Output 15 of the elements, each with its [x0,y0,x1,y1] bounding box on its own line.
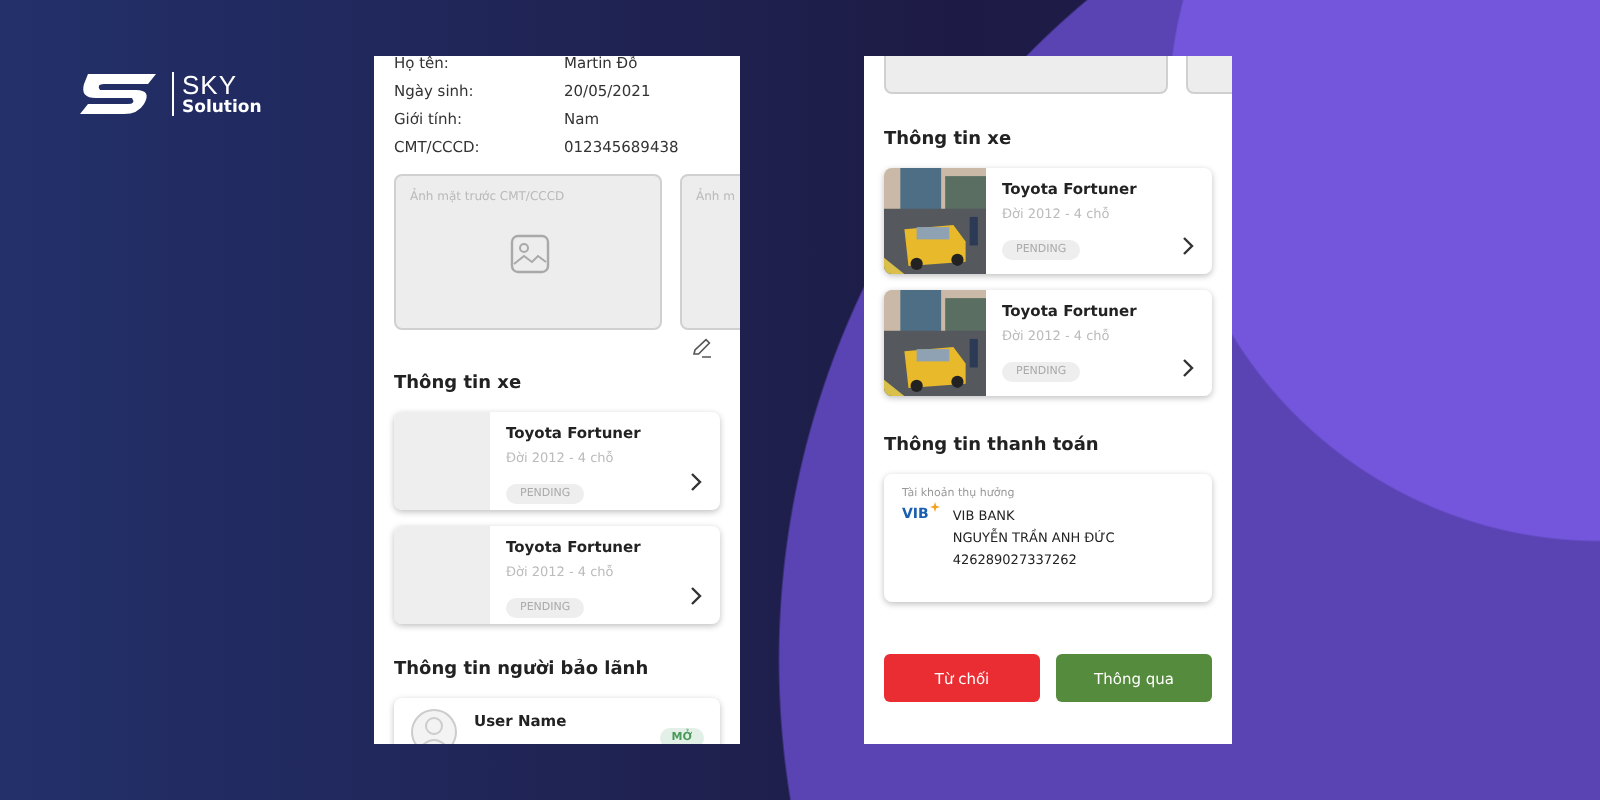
section-title: Thông tin người bảo lãnh [394,660,651,680]
section-title: Thông tin xe [394,374,524,394]
photo-upload-box[interactable] [884,56,1168,94]
brand-name: SKY [182,71,238,98]
thumbnail-placeholder [394,412,490,510]
chevron-right-icon [1182,358,1194,378]
chevron-right-icon [690,586,702,606]
thumbnail-placeholder [394,526,490,624]
section-title: Thông tin xe [884,130,1014,150]
image-icon [510,234,550,274]
section-title: Thông tin thanh toán [884,436,1101,456]
pencil-icon[interactable] [692,338,712,358]
chevron-right-icon [690,472,702,492]
brand-tagline: Solution [182,99,262,117]
chevron-right-icon [1182,236,1194,256]
